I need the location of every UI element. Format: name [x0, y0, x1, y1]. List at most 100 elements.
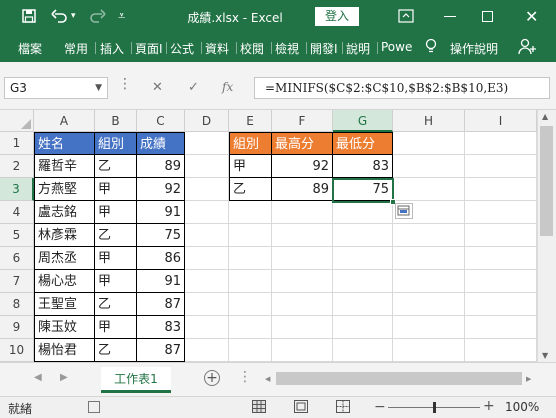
- empty-cell[interactable]: [333, 293, 393, 316]
- empty-cell[interactable]: [229, 293, 272, 316]
- select-all-corner[interactable]: [0, 110, 34, 132]
- empty-cell[interactable]: [229, 247, 272, 270]
- column-header-c[interactable]: C: [137, 110, 185, 132]
- summary-header-max[interactable]: 最高分: [272, 132, 333, 155]
- page-break-view-icon[interactable]: [336, 400, 350, 416]
- tab-formulas[interactable]: 公式: [170, 40, 194, 57]
- minimize-icon[interactable]: [443, 7, 457, 25]
- undo-dropdown-icon[interactable]: ▾: [71, 7, 76, 25]
- tab-developer[interactable]: 開發I: [310, 40, 338, 57]
- table-cell-score[interactable]: 83: [137, 316, 185, 339]
- empty-cell[interactable]: [465, 293, 537, 316]
- zoom-in-icon[interactable]: +: [483, 398, 495, 414]
- row-header[interactable]: 2: [0, 155, 34, 178]
- table-cell-score[interactable]: 87: [137, 339, 185, 362]
- scroll-up-icon[interactable]: ▲: [542, 112, 548, 121]
- quick-analysis-icon[interactable]: [395, 203, 413, 219]
- summary-cell-group[interactable]: 乙: [229, 178, 272, 201]
- empty-cell[interactable]: [465, 339, 537, 362]
- table-cell-name[interactable]: 陳玉妏: [34, 316, 95, 339]
- column-header-b[interactable]: B: [95, 110, 137, 132]
- table-cell-name[interactable]: 楊心忠: [34, 270, 95, 293]
- empty-cell[interactable]: [393, 270, 465, 293]
- table-cell-score[interactable]: 91: [137, 201, 185, 224]
- tab-scroll-left-icon[interactable]: ◀: [34, 372, 42, 383]
- table-cell-name[interactable]: 周杰丞: [34, 247, 95, 270]
- macro-record-icon[interactable]: [88, 401, 100, 413]
- table-cell-group[interactable]: 甲: [95, 316, 137, 339]
- summary-header-min[interactable]: 最低分: [333, 132, 393, 155]
- empty-cell[interactable]: [465, 155, 537, 178]
- tell-me-search[interactable]: 操作說明: [450, 40, 498, 57]
- row-header[interactable]: 3: [0, 178, 34, 201]
- zoom-level[interactable]: 100%: [505, 400, 539, 414]
- page-layout-view-icon[interactable]: [294, 400, 308, 416]
- empty-cell[interactable]: [229, 270, 272, 293]
- empty-cell[interactable]: [185, 132, 229, 155]
- row-header[interactable]: 8: [0, 293, 34, 316]
- empty-cell[interactable]: [185, 339, 229, 362]
- empty-cell[interactable]: [185, 293, 229, 316]
- empty-cell[interactable]: [393, 224, 465, 247]
- sheet-tab-1[interactable]: 工作表1: [101, 367, 171, 393]
- empty-cell[interactable]: [185, 270, 229, 293]
- row-header[interactable]: 7: [0, 270, 34, 293]
- empty-cell[interactable]: [393, 316, 465, 339]
- insert-function-icon[interactable]: fx: [222, 80, 233, 94]
- column-header-g[interactable]: G: [333, 110, 393, 132]
- column-header-f[interactable]: F: [272, 110, 333, 132]
- empty-cell[interactable]: [185, 201, 229, 224]
- table-header-name[interactable]: 姓名: [34, 132, 95, 155]
- tab-scroll-right-icon[interactable]: ▶: [60, 372, 68, 383]
- empty-cell[interactable]: [272, 201, 333, 224]
- login-button[interactable]: 登入: [315, 7, 359, 26]
- empty-cell[interactable]: [333, 247, 393, 270]
- table-cell-score[interactable]: 86: [137, 247, 185, 270]
- table-cell-group[interactable]: 乙: [95, 224, 137, 247]
- hscroll-right-icon[interactable]: ▶: [526, 375, 531, 383]
- empty-cell[interactable]: [185, 247, 229, 270]
- table-cell-group[interactable]: 乙: [95, 293, 137, 316]
- tab-help[interactable]: 說明: [346, 40, 370, 57]
- formula-input[interactable]: =MINIFS($C$2:$C$10,$B$2:$B$10,E3): [254, 77, 550, 99]
- horizontal-scroll-thumb[interactable]: [276, 372, 522, 385]
- column-header-d[interactable]: D: [185, 110, 229, 132]
- close-icon[interactable]: ✕: [525, 7, 538, 26]
- table-cell-name[interactable]: 楊怡君: [34, 339, 95, 362]
- column-header-h[interactable]: H: [393, 110, 465, 132]
- empty-cell[interactable]: [229, 316, 272, 339]
- row-header[interactable]: 5: [0, 224, 34, 247]
- table-cell-group[interactable]: 甲: [95, 270, 137, 293]
- new-sheet-plus-icon[interactable]: +: [204, 370, 220, 386]
- scroll-down-icon[interactable]: ▼: [542, 351, 548, 360]
- empty-cell[interactable]: [185, 155, 229, 178]
- table-cell-name[interactable]: 王聖宣: [34, 293, 95, 316]
- chevron-down-icon[interactable]: ▼: [95, 78, 102, 98]
- table-cell-score[interactable]: 89: [137, 155, 185, 178]
- tab-file[interactable]: 檔案: [18, 40, 42, 57]
- empty-cell[interactable]: [185, 316, 229, 339]
- save-icon[interactable]: [21, 7, 37, 25]
- redo-icon[interactable]: [88, 7, 106, 25]
- tab-page-layout[interactable]: 頁面I: [135, 40, 163, 57]
- summary-cell-max[interactable]: 89: [272, 178, 333, 201]
- zoom-out-icon[interactable]: −: [374, 399, 386, 415]
- ribbon-display-options-icon[interactable]: [398, 7, 414, 25]
- normal-view-icon[interactable]: [252, 400, 266, 416]
- empty-cell[interactable]: [333, 224, 393, 247]
- table-header-score[interactable]: 成績: [137, 132, 185, 155]
- summary-cell-min[interactable]: 83: [333, 155, 393, 178]
- empty-cell[interactable]: [465, 247, 537, 270]
- table-cell-group[interactable]: 甲: [95, 178, 137, 201]
- table-cell-score[interactable]: 91: [137, 270, 185, 293]
- table-cell-group[interactable]: 乙: [95, 155, 137, 178]
- table-cell-score[interactable]: 75: [137, 224, 185, 247]
- tab-power[interactable]: Powe: [381, 40, 412, 54]
- worksheet-grid[interactable]: A B C D E F G H I 1 2 3 4 5 6 7 8 9 10 姓…: [0, 110, 537, 362]
- summary-cell-max[interactable]: 92: [272, 155, 333, 178]
- empty-cell[interactable]: [272, 270, 333, 293]
- empty-cell[interactable]: [393, 178, 465, 201]
- empty-cell[interactable]: [185, 178, 229, 201]
- empty-cell[interactable]: [393, 247, 465, 270]
- table-cell-group[interactable]: 甲: [95, 201, 137, 224]
